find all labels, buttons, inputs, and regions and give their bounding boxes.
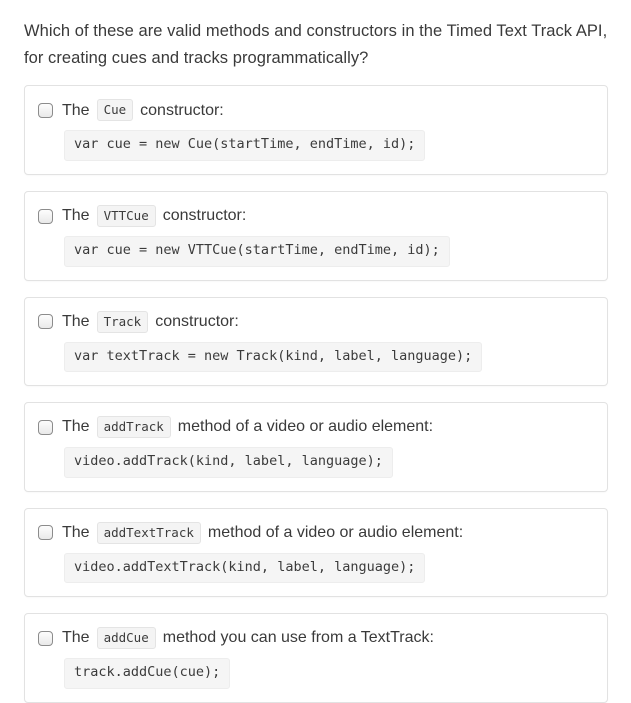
answer-label-prefix: The (62, 418, 90, 436)
answer-code-block: video.addTrack(kind, label, language); (64, 447, 393, 478)
answer-option-3[interactable]: The Track constructor: var textTrack = n… (24, 296, 608, 387)
answer-options-list: The Cue constructor: var cue = new Cue(s… (24, 85, 608, 703)
answer-label-prefix: The (62, 312, 90, 330)
answer-option-6[interactable]: The addCue method you can use from a Tex… (24, 613, 608, 703)
answer-label-suffix: method you can use from a TextTrack: (162, 629, 434, 647)
answer-label-prefix: The (62, 207, 90, 225)
answer-code-block: track.addCue(cue); (64, 658, 231, 689)
answer-option-4[interactable]: The addTrack method of a video or audio … (24, 402, 608, 492)
answer-option-label: The addTrack method of a video or audio … (62, 416, 434, 439)
answer-checkbox-1[interactable] (38, 102, 53, 118)
answer-option-5[interactable]: The addTextTrack method of a video or au… (24, 507, 608, 598)
answer-option-row: The addTrack method of a video or audio … (38, 416, 593, 439)
answer-option-label: The addCue method you can use from a Tex… (62, 627, 434, 650)
answer-code-block: var textTrack = new Track(kind, label, l… (64, 341, 483, 373)
answer-checkbox-6[interactable] (38, 630, 53, 646)
answer-label-prefix: The (62, 629, 90, 647)
answer-option-row: The Cue constructor: (38, 99, 593, 122)
answer-option-row: The addCue method you can use from a Tex… (38, 627, 593, 650)
inline-code-chip: addTextTrack (96, 521, 201, 544)
answer-option-1[interactable]: The Cue constructor: var cue = new Cue(s… (24, 85, 608, 175)
answer-code-block: var cue = new Cue(startTime, endTime, id… (64, 130, 426, 161)
question-prompt: Which of these are valid methods and con… (24, 22, 608, 67)
inline-code-chip: VTTCue (96, 205, 156, 227)
answer-option-label: The VTTCue constructor: (62, 205, 246, 227)
answer-option-row: The addTextTrack method of a video or au… (38, 521, 593, 544)
inline-code-chip: Track (96, 310, 149, 333)
answer-code-block: video.addTextTrack(kind, label, language… (64, 552, 426, 584)
inline-code-chip: addTrack (96, 416, 171, 439)
answer-label-prefix: The (62, 101, 90, 119)
answer-checkbox-2[interactable] (38, 208, 53, 224)
answer-checkbox-4[interactable] (38, 419, 53, 435)
inline-code-chip: addCue (96, 627, 156, 650)
answer-label-suffix: method of a video or audio element: (207, 523, 464, 541)
answer-label-suffix: method of a video or audio element: (177, 418, 434, 436)
answer-option-2[interactable]: The VTTCue constructor: var cue = new VT… (24, 191, 608, 281)
answer-label-suffix: constructor: (140, 101, 224, 119)
answer-option-label: The Track constructor: (62, 310, 239, 333)
answer-label-suffix: constructor: (162, 207, 247, 225)
answer-code-block: var cue = new VTTCue(startTime, endTime,… (64, 236, 450, 267)
answer-checkbox-3[interactable] (38, 314, 53, 330)
answer-option-row: The Track constructor: (38, 310, 593, 333)
answer-label-prefix: The (62, 523, 90, 541)
answer-label-suffix: constructor: (155, 312, 239, 330)
answer-option-label: The Cue constructor: (62, 99, 224, 122)
answer-option-label: The addTextTrack method of a video or au… (62, 521, 464, 544)
answer-option-row: The VTTCue constructor: (38, 205, 593, 227)
quiz-page: Which of these are valid methods and con… (0, 0, 631, 703)
answer-checkbox-5[interactable] (38, 525, 53, 541)
inline-code-chip: Cue (96, 99, 134, 122)
